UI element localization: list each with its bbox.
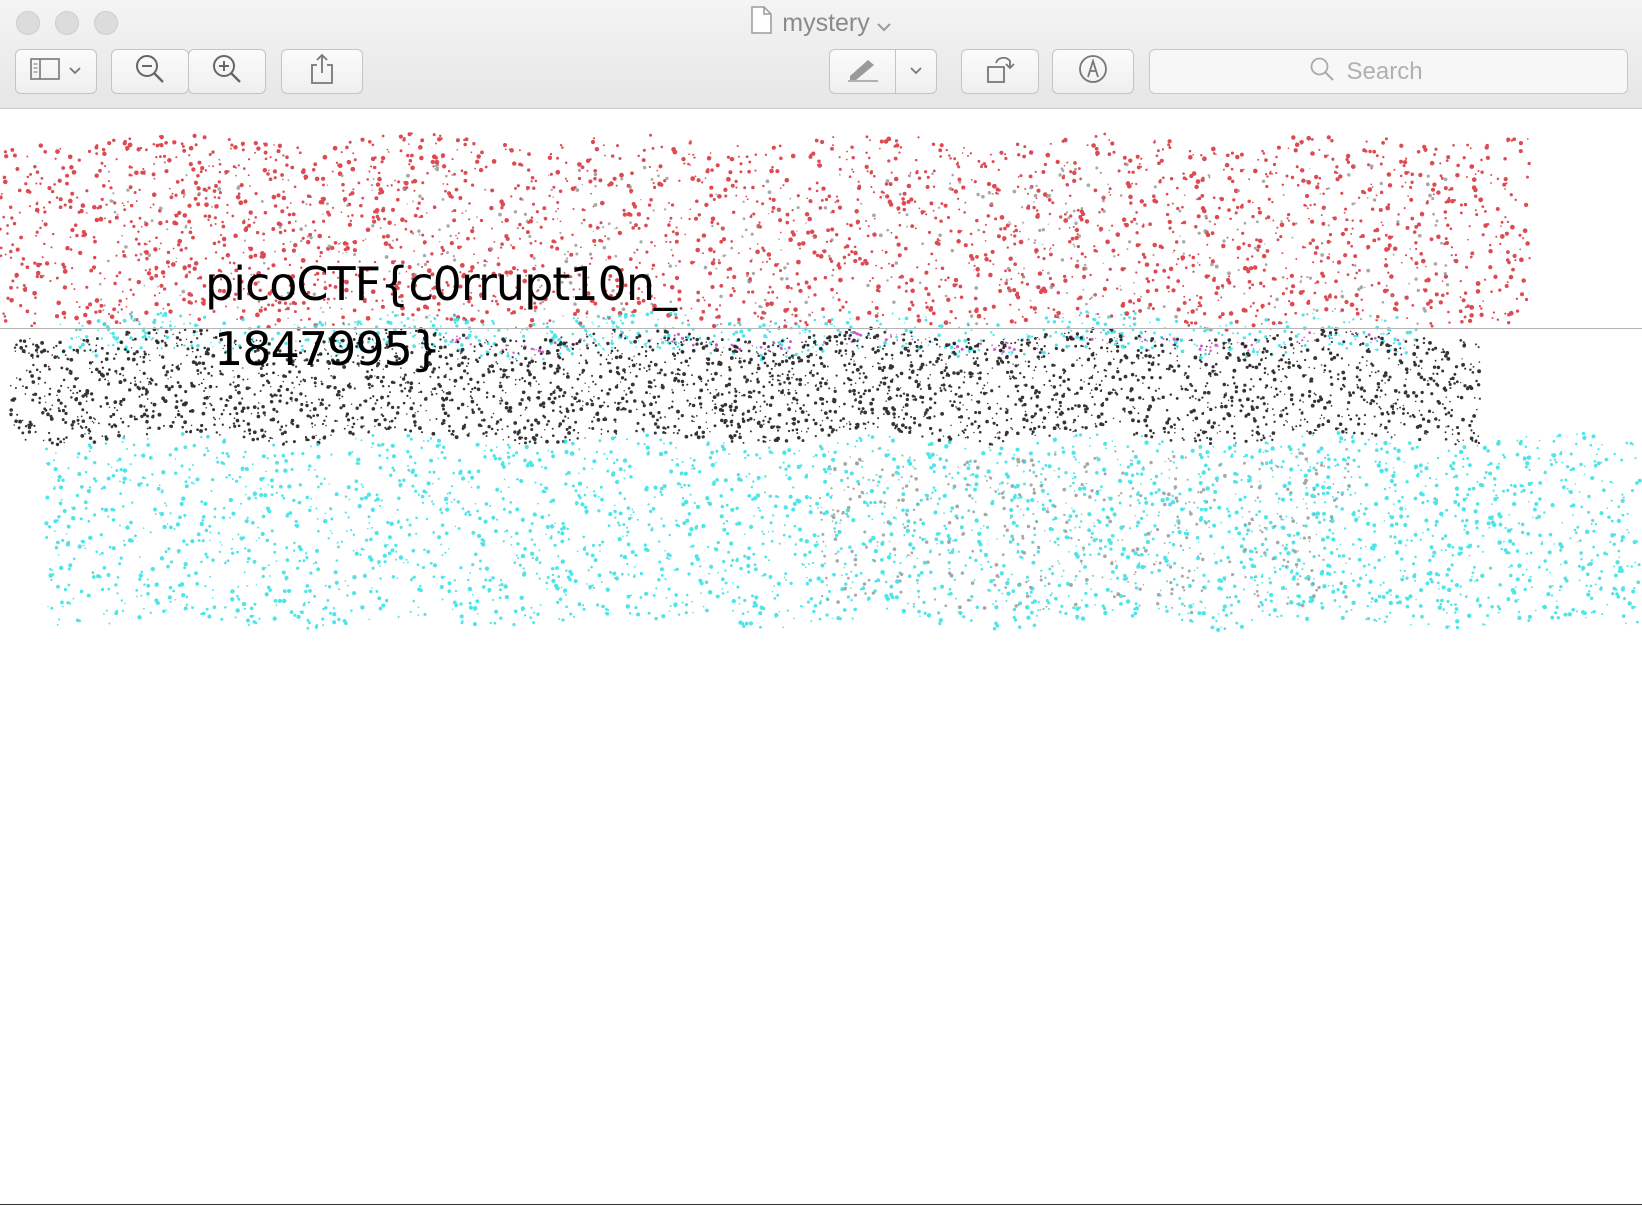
search-field[interactable] (1149, 49, 1628, 94)
search-input[interactable] (1344, 56, 1469, 87)
sidebar-toggle-button[interactable] (15, 49, 97, 94)
scribble-drawing (0, 132, 1642, 633)
zoom-out-button[interactable] (111, 49, 189, 94)
chevron-down-icon (68, 63, 82, 81)
sidebar-icon (30, 57, 60, 86)
chevron-down-icon (876, 8, 892, 42)
markup-dropdown-button[interactable] (896, 50, 936, 93)
window-title: mystery (782, 9, 870, 38)
zoom-out-icon (134, 53, 166, 90)
document-icon (750, 6, 772, 43)
flag-text-line-1: picoCTF{c0rrupt10n_ (205, 257, 677, 311)
zoom-in-button[interactable] (188, 49, 266, 94)
pen-icon (846, 56, 880, 87)
rotate-button[interactable] (961, 49, 1039, 94)
share-icon (309, 53, 335, 90)
search-icon (1309, 56, 1335, 87)
document-canvas: picoCTF{c0rrupt10n_ 1847995} (0, 109, 1642, 1206)
zoom-in-icon (211, 53, 243, 90)
chevron-down-icon (909, 63, 923, 81)
preview-window: mystery Search picoCTF{c0rrupt10n_ 18479… (0, 0, 1642, 1206)
markup-toolbar-button[interactable] (829, 49, 937, 94)
flag-text-line-2: 1847995} (214, 322, 441, 376)
page-divider-bottom (0, 1204, 1642, 1205)
rotate-icon (984, 53, 1016, 90)
window-title-area[interactable]: mystery (0, 6, 1642, 40)
titlebar: mystery (0, 0, 1642, 109)
pen-button[interactable] (830, 50, 897, 93)
annotate-button[interactable] (1052, 49, 1134, 94)
share-button[interactable] (281, 49, 363, 94)
markup-icon (1077, 53, 1109, 90)
